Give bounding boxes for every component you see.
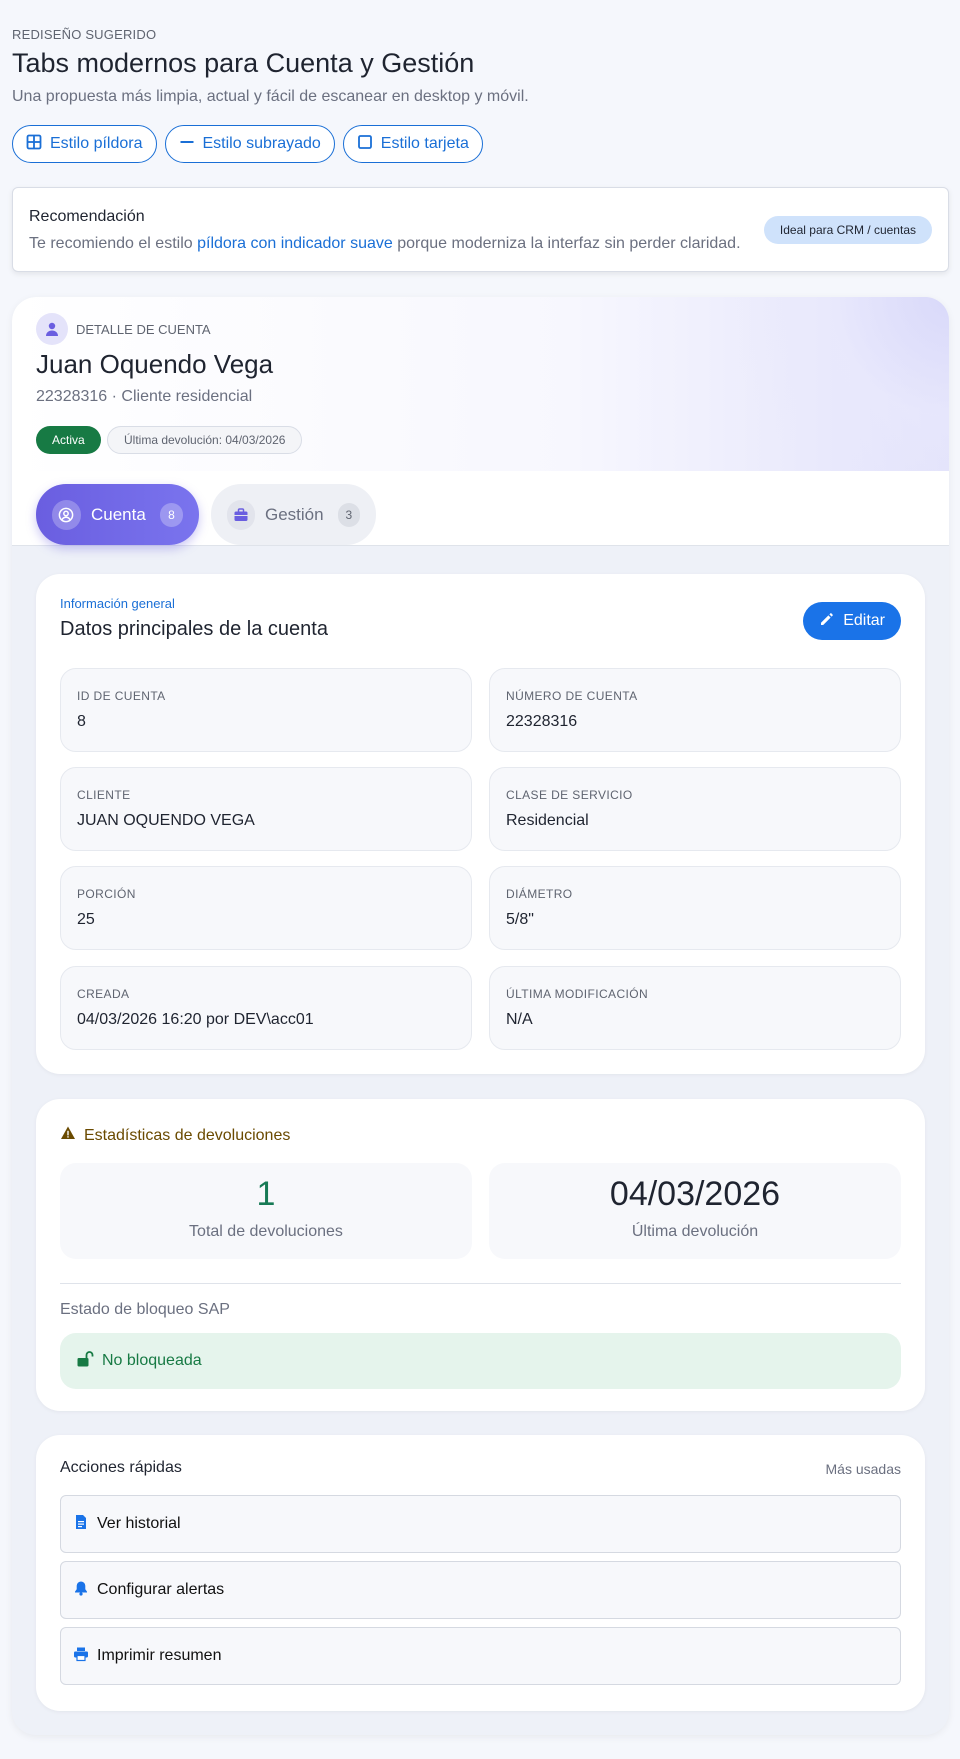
field-value: N/A xyxy=(506,1011,533,1028)
view-history-button[interactable]: Ver historial xyxy=(60,1495,901,1553)
field-label: ID DE CUENTA xyxy=(77,689,166,703)
user-icon xyxy=(46,322,58,336)
style-options: Estilo píldora Estilo subrayado Estilo t… xyxy=(12,125,483,163)
style-card-button[interactable]: Estilo tarjeta xyxy=(342,125,483,163)
configure-alerts-button[interactable]: Configurar alertas xyxy=(60,1561,901,1619)
recommendation-title: Recomendación xyxy=(29,208,145,225)
stats-title: Estadísticas de devoluciones xyxy=(60,1125,290,1146)
actions-hint: Más usadas xyxy=(825,1461,901,1477)
sap-status-label: No bloqueada xyxy=(102,1352,202,1369)
tab-cuenta-count: 8 xyxy=(159,502,183,527)
account-subtitle: 22328316 · Cliente residencial xyxy=(36,388,253,405)
field-label: CREADA xyxy=(77,987,130,1001)
field-diameter: DIÁMETRO 5/8" xyxy=(489,866,901,950)
print-summary-button[interactable]: Imprimir resumen xyxy=(60,1627,901,1685)
info-title: Datos principales de la cuenta xyxy=(60,618,328,640)
field-value: 22328316 xyxy=(506,713,578,730)
unlock-icon xyxy=(76,1350,94,1373)
stat-last-return: 04/03/2026 Última devolución xyxy=(489,1163,901,1259)
edit-label: Editar xyxy=(843,612,885,629)
last-return-badge: Última devolución: 04/03/2026 xyxy=(107,426,303,454)
briefcase-icon xyxy=(227,499,255,530)
edit-button[interactable]: Editar xyxy=(803,602,901,640)
pencil-icon xyxy=(819,611,835,632)
view-history-label: Ver historial xyxy=(97,1515,181,1532)
field-value: 5/8" xyxy=(506,911,534,928)
field-value: 8 xyxy=(77,713,86,730)
stat-total-returns: 1 Total de devoluciones xyxy=(60,1163,472,1259)
stat-last-label: Última devolución xyxy=(631,1223,759,1240)
page-subtitle: Una propuesta más limpia, actual y fácil… xyxy=(12,88,529,105)
style-underline-button[interactable]: Estilo subrayado xyxy=(164,125,335,163)
status-badge: Activa xyxy=(36,426,101,454)
stat-last-value: 04/03/2026 xyxy=(609,1175,781,1213)
field-created: CREADA 04/03/2026 16:20 por DEV\acc01 xyxy=(60,966,472,1050)
sap-status: No bloqueada xyxy=(60,1333,901,1389)
configure-alerts-label: Configurar alertas xyxy=(97,1581,225,1598)
field-value: 25 xyxy=(77,911,95,928)
info-eyebrow: Información general xyxy=(60,596,175,611)
divider xyxy=(60,1283,901,1284)
tab-cuenta[interactable]: Cuenta 8 xyxy=(36,484,199,545)
user-circle-icon xyxy=(52,499,81,530)
printer-icon xyxy=(73,1646,89,1667)
stats-title-label: Estadísticas de devoluciones xyxy=(84,1126,291,1144)
field-account-id: ID DE CUENTA 8 xyxy=(60,668,472,752)
document-icon xyxy=(73,1514,89,1535)
field-client: CLIENTE JUAN OQUENDO VEGA xyxy=(60,767,472,851)
sap-label: Estado de bloqueo SAP xyxy=(60,1301,230,1318)
tabs-bar: Cuenta 8 Gestión 3 xyxy=(12,471,949,546)
bell-icon xyxy=(73,1580,89,1601)
field-value: JUAN OQUENDO VEGA xyxy=(77,812,255,829)
account-header: DETALLE DE CUENTA Juan Oquendo Vega 2232… xyxy=(12,297,949,471)
field-portion: PORCIÓN 25 xyxy=(60,866,472,950)
field-label: PORCIÓN xyxy=(77,887,136,901)
tab-cuenta-label: Cuenta xyxy=(90,504,146,524)
style-pill-button[interactable]: Estilo píldora xyxy=(12,125,157,163)
stat-total-value: 1 xyxy=(256,1175,276,1213)
dash-icon xyxy=(179,134,195,155)
field-account-number: NÚMERO DE CUENTA 22328316 xyxy=(489,668,901,752)
account-card: DETALLE DE CUENTA Juan Oquendo Vega 2232… xyxy=(12,297,949,1735)
info-panel: Información general Datos principales de… xyxy=(36,574,925,1074)
recommendation-text: Te recomiendo el estilo píldora con indi… xyxy=(29,235,741,252)
actions-title: Acciones rápidas xyxy=(60,1459,182,1476)
field-value: 04/03/2026 16:20 por DEV\acc01 xyxy=(77,1011,314,1028)
field-last-modified: ÚLTIMA MODIFICACIÓN N/A xyxy=(489,966,901,1050)
field-label: CLASE DE SERVICIO xyxy=(506,788,633,802)
actions-panel: Acciones rápidas Más usadas Ver historia… xyxy=(36,1435,925,1711)
tab-gestion-label: Gestión xyxy=(265,504,324,524)
field-label: NÚMERO DE CUENTA xyxy=(506,689,638,703)
recommendation-card: Recomendación Te recomiendo el estilo pí… xyxy=(12,187,949,272)
field-label: CLIENTE xyxy=(77,788,131,802)
style-underline-label: Estilo subrayado xyxy=(202,135,321,152)
tab-gestion-count: 3 xyxy=(337,502,360,527)
stat-total-label: Total de devoluciones xyxy=(189,1223,343,1240)
recommendation-badge: Ideal para CRM / cuentas xyxy=(763,216,932,244)
avatar xyxy=(36,313,68,345)
field-service-class: CLASE DE SERVICIO Residencial xyxy=(489,767,901,851)
account-name: Juan Oquendo Vega xyxy=(36,349,274,379)
account-eyebrow: DETALLE DE CUENTA xyxy=(76,322,211,337)
stats-panel: Estadísticas de devoluciones 1 Total de … xyxy=(36,1099,925,1411)
warning-icon xyxy=(60,1125,76,1146)
field-label: DIÁMETRO xyxy=(506,887,573,901)
field-value: Residencial xyxy=(506,812,589,829)
intro-eyebrow: REDISEÑO SUGERIDO xyxy=(12,27,157,42)
square-icon xyxy=(357,134,373,155)
field-label: ÚLTIMA MODIFICACIÓN xyxy=(506,987,649,1001)
style-pill-label: Estilo píldora xyxy=(50,135,143,152)
page-title: Tabs modernos para Cuenta y Gestión xyxy=(12,48,475,78)
grid-icon xyxy=(26,134,42,155)
print-summary-label: Imprimir resumen xyxy=(97,1647,222,1664)
tab-gestion[interactable]: Gestión 3 xyxy=(211,484,376,545)
style-card-label: Estilo tarjeta xyxy=(380,135,469,152)
recommendation-highlight: píldora con indicador suave xyxy=(197,235,393,252)
